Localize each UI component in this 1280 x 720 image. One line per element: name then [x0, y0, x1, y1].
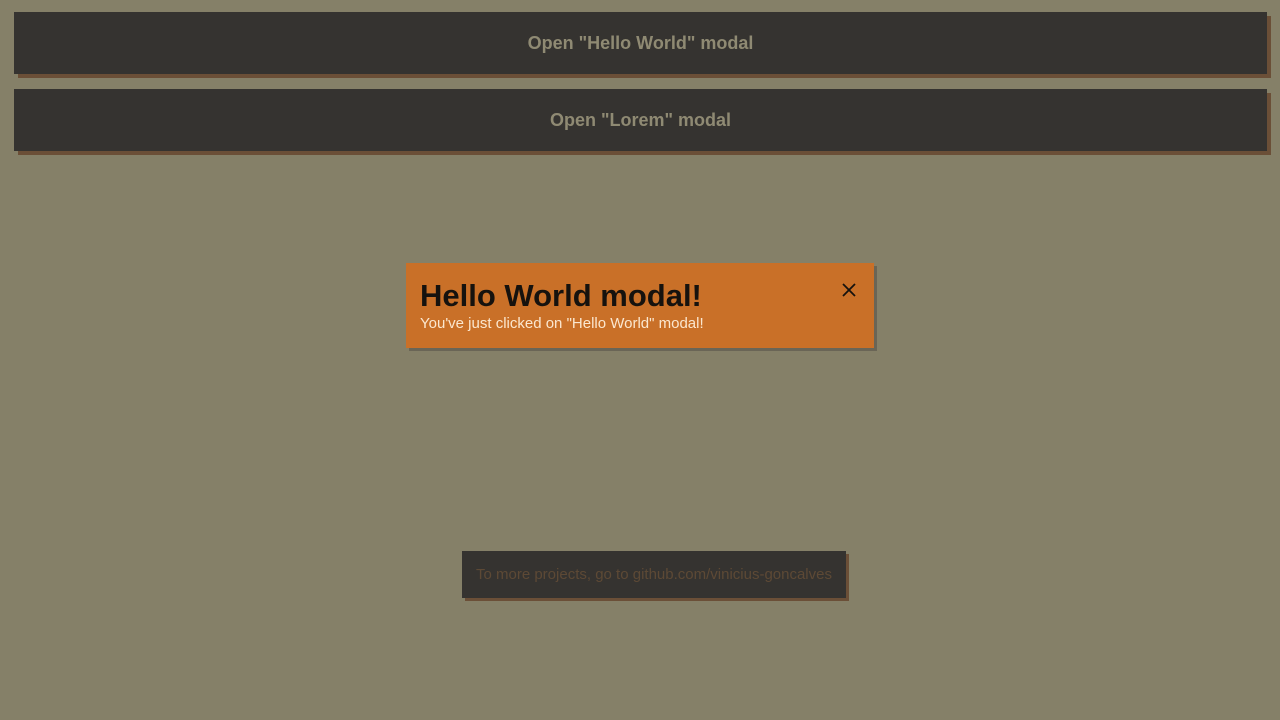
open-hello-world-modal-button[interactable]: Open "Hello World" modal: [14, 12, 1267, 74]
modal-title: Hello World modal!: [420, 278, 702, 313]
open-lorem-modal-button[interactable]: Open "Lorem" modal: [14, 89, 1267, 151]
footer-link-text[interactable]: To more projects, go to github.com/vinic…: [476, 566, 832, 583]
close-icon: [842, 283, 856, 297]
footer-box: To more projects, go to github.com/vinic…: [462, 551, 846, 598]
hello-world-modal: Hello World modal! You've just clicked o…: [406, 263, 874, 348]
modal-close-button[interactable]: [838, 279, 860, 301]
modal-text: You've just clicked on "Hello World" mod…: [420, 315, 704, 332]
